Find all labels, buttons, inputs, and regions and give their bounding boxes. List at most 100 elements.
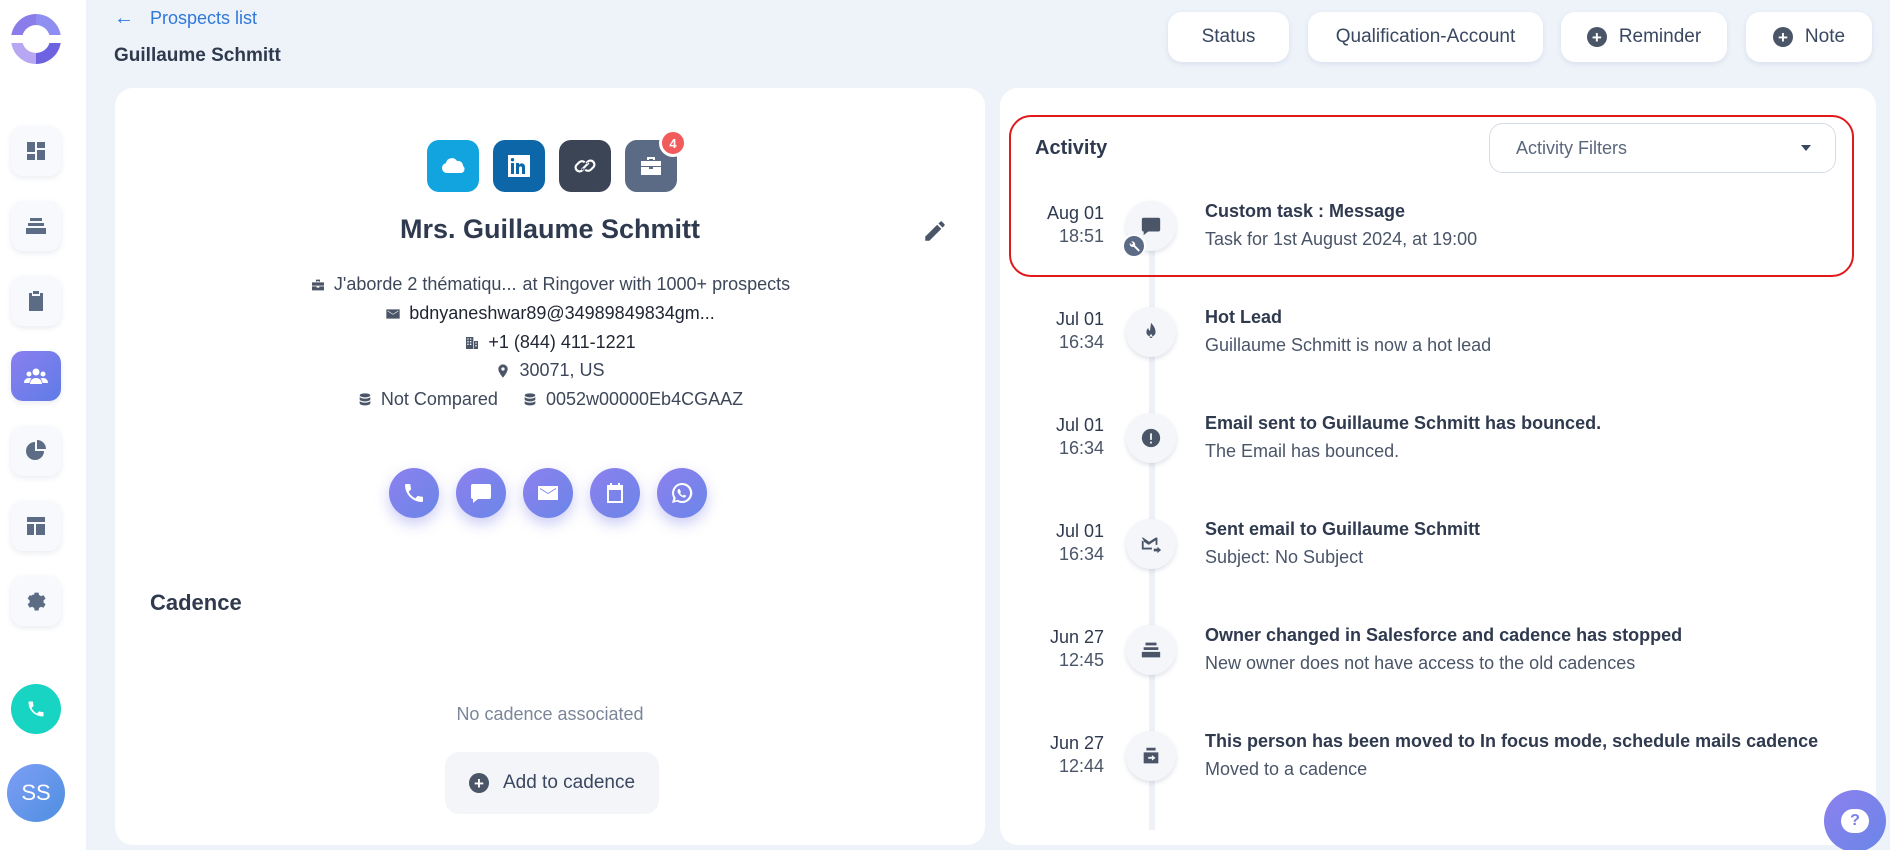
pencil-icon [925, 221, 945, 241]
help-button[interactable]: ? [1824, 790, 1886, 850]
statistics-nav-button[interactable] [11, 426, 61, 476]
layout-icon [27, 517, 45, 535]
activity-icon [1126, 519, 1176, 569]
add-to-cadence-button[interactable]: + Add to cadence [445, 752, 659, 814]
whatsapp-button[interactable] [657, 468, 707, 518]
gear-icon [27, 592, 46, 611]
tasks-nav-button[interactable] [11, 276, 61, 326]
activity-item[interactable]: Jun 27 12:44 This person has been moved … [1000, 731, 1876, 811]
activity-title-text: Custom task : Message [1205, 201, 1406, 221]
people-icon [24, 368, 48, 384]
activity-description: New owner does not have access to the ol… [1205, 653, 1636, 673]
activity-icon [1126, 625, 1176, 675]
prospect-panel: 4 Mrs. Guillaume Schmitt J'aborde 2 thém… [115, 88, 985, 845]
activity-date: Aug 01 [1046, 203, 1104, 223]
activity-description: The Email has bounced. [1205, 441, 1400, 461]
pie-chart-icon [26, 440, 46, 460]
status-button-label: Status [1201, 26, 1256, 47]
phone-line[interactable]: +1 (844) 411-1221 [115, 332, 985, 353]
stack-icon [1141, 642, 1161, 658]
activity-description: Moved to a cadence [1205, 759, 1368, 779]
page-title: Guillaume Schmitt [114, 45, 281, 66]
activity-time: 16:34 [1058, 544, 1104, 564]
activity-item[interactable]: Jul 01 16:34 Email sent to Guillaume Sch… [1000, 413, 1876, 493]
job-title: J'aborde 2 thématiqu... [333, 274, 517, 294]
move-icon [1143, 747, 1159, 764]
opportunities-link[interactable]: 4 [625, 129, 687, 192]
location-line: 30071, US [115, 360, 985, 381]
salesforce-link[interactable] [427, 140, 479, 192]
settings-nav-button[interactable] [11, 576, 61, 626]
compared-value: Not Compared [380, 389, 498, 409]
website-link[interactable] [559, 140, 611, 192]
people-nav-button[interactable] [11, 351, 61, 401]
call-button[interactable] [389, 468, 439, 518]
crm-line: Not Compared 0052w00000Eb4CGAAZ [115, 389, 985, 410]
activity-date: Jun 27 [1049, 627, 1104, 647]
salesforce-cloud-icon [441, 158, 465, 173]
back-to-prospects-link[interactable]: ← Prospects list [114, 7, 257, 30]
dialer-button[interactable] [11, 684, 61, 734]
activity-icon [1126, 731, 1176, 781]
cadences-nav-button[interactable] [11, 201, 61, 251]
activity-icon [1126, 307, 1176, 357]
activity-time: 18:51 [1058, 226, 1104, 246]
plus-circle-icon: + [468, 773, 489, 793]
activity-description: Guillaume Schmitt is now a hot lead [1205, 335, 1492, 355]
activity-time: 12:45 [1058, 650, 1104, 670]
prospect-name: Mrs. Guillaume Schmitt [399, 214, 701, 244]
email-line[interactable]: bdnyaneshwar89@34989849834gm... [115, 303, 985, 324]
activity-date: Jul 01 [1055, 521, 1104, 541]
cadence-section-title: Cadence [150, 590, 242, 615]
plus-circle-icon: + [1586, 27, 1607, 47]
map-pin-icon [495, 363, 511, 379]
reminder-button-label: Reminder [1618, 26, 1702, 47]
quick-actions [389, 468, 707, 518]
phone-icon [28, 701, 44, 717]
briefcase-icon [641, 157, 661, 175]
activity-description: Task for 1st August 2024, at 19:00 [1205, 229, 1478, 249]
integration-links: 4 [427, 129, 687, 192]
linkedin-link[interactable] [493, 140, 545, 192]
database-icon [357, 392, 373, 408]
activity-date: Jun 27 [1049, 733, 1104, 753]
note-button[interactable]: + Note [1746, 12, 1872, 62]
activity-sub-icon [1122, 234, 1146, 258]
activity-item[interactable]: Aug 01 18:51 Custom task : Message Task … [1000, 201, 1876, 281]
activity-date: Jul 01 [1055, 309, 1104, 329]
message-button[interactable] [456, 468, 506, 518]
flame-icon [1146, 322, 1156, 338]
calendar-button[interactable] [590, 468, 640, 518]
dashboard-nav-button[interactable] [11, 126, 61, 176]
status-button[interactable]: Status [1168, 12, 1289, 62]
add-to-cadence-label: Add to cadence [502, 772, 636, 793]
user-avatar[interactable]: SS [7, 764, 65, 822]
edit-prospect-button[interactable] [922, 218, 948, 244]
chat-bubble-icon [1141, 217, 1161, 236]
back-link-label: Prospects list [150, 8, 258, 28]
activity-title: Activity [1035, 137, 1108, 159]
company-text: at Ringover with 1000+ prospects [522, 274, 791, 294]
activity-description: Subject: No Subject [1205, 547, 1364, 567]
chat-bubble-icon [471, 484, 491, 503]
reminder-button[interactable]: + Reminder [1561, 12, 1727, 62]
calendar-icon [607, 483, 623, 503]
app-logo[interactable] [11, 14, 61, 64]
activity-item[interactable]: Jun 27 12:45 Owner changed in Salesforce… [1000, 625, 1876, 705]
activity-item[interactable]: Jul 01 16:34 Sent email to Guillaume Sch… [1000, 519, 1876, 599]
activity-time: 16:34 [1058, 332, 1104, 352]
activity-time: 16:34 [1058, 438, 1104, 458]
building-icon [464, 335, 480, 351]
email-button[interactable] [523, 468, 573, 518]
templates-nav-button[interactable] [11, 501, 61, 551]
phone-icon [405, 484, 423, 502]
plus-circle-icon: + [1772, 27, 1793, 47]
qualification-button-label: Qualification-Account [1335, 26, 1516, 47]
activity-filters-dropdown[interactable]: Activity Filters [1489, 123, 1836, 173]
activity-date: Jul 01 [1055, 415, 1104, 435]
crm-id-value: 0052w00000Eb4CGAAZ [545, 389, 744, 409]
qualification-button[interactable]: Qualification-Account [1308, 12, 1543, 62]
notification-badge: 4 [659, 129, 687, 157]
activity-item[interactable]: Jul 01 16:34 Hot Lead Guillaume Schmitt … [1000, 307, 1876, 387]
linkedin-icon [508, 155, 530, 177]
